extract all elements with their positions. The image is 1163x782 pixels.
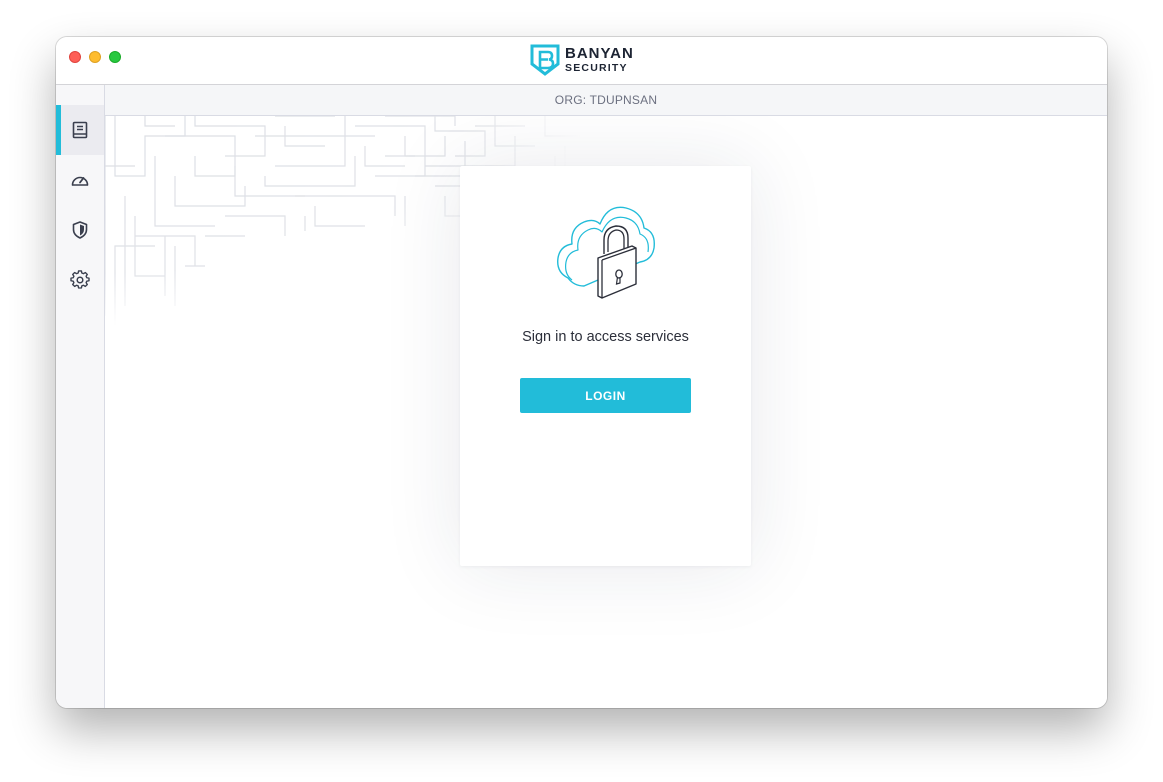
app-window: BANYAN SECURITY ORG: TDUPNSAN Sign in to…: [56, 37, 1107, 708]
book-icon: [72, 121, 88, 139]
brand-tagline: SECURITY: [565, 62, 628, 75]
brand-name: BANYAN: [565, 45, 634, 63]
sidebar: [56, 85, 105, 708]
title-bar[interactable]: BANYAN SECURITY: [56, 37, 1107, 85]
sidebar-item-settings[interactable]: [56, 255, 104, 305]
desktop: BANYAN SECURITY ORG: TDUPNSAN Sign in to…: [0, 0, 1163, 782]
sidebar-item-security[interactable]: [56, 205, 104, 255]
speedometer-icon: [71, 176, 89, 186]
banyan-shield-logo-icon: [530, 44, 560, 76]
sign-in-message: Sign in to access services: [522, 329, 689, 345]
org-bar: ORG: TDUPNSAN: [105, 85, 1107, 116]
window-minimize-button[interactable]: [89, 51, 101, 63]
main-content: Sign in to access services LOGIN: [105, 116, 1107, 708]
login-card: Sign in to access services LOGIN: [460, 166, 751, 566]
shield-icon: [72, 221, 88, 239]
login-button[interactable]: LOGIN: [520, 378, 691, 413]
brand-wordmark: BANYAN SECURITY: [565, 46, 634, 74]
brand-logo: BANYAN SECURITY: [530, 44, 634, 76]
gear-icon: [70, 270, 90, 289]
cloud-lock-icon: [557, 206, 655, 299]
window-zoom-button[interactable]: [109, 51, 121, 63]
org-label: ORG: TDUPNSAN: [554, 93, 658, 107]
window-close-button[interactable]: [69, 51, 81, 63]
sidebar-item-dashboard[interactable]: [56, 155, 104, 205]
sidebar-item-services[interactable]: [56, 105, 104, 155]
